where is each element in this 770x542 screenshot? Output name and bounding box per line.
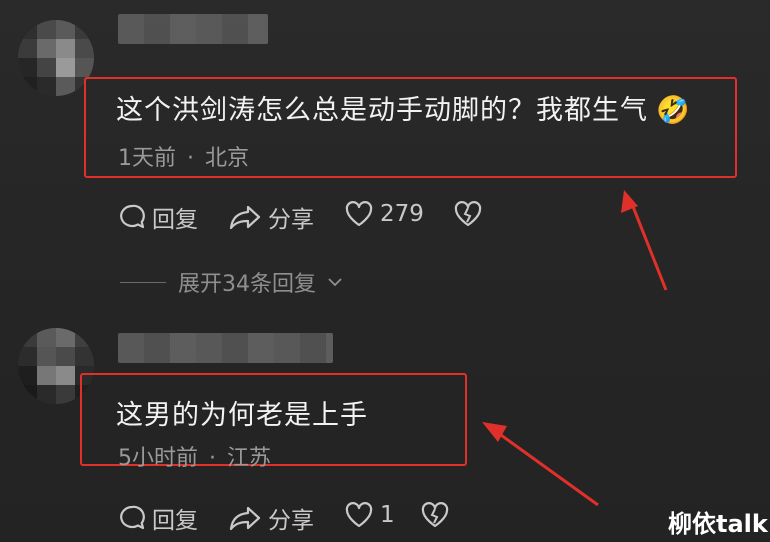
watermark: 柳依talk xyxy=(668,510,768,538)
annotation-arrows xyxy=(482,190,668,507)
arrow-icon xyxy=(482,422,599,507)
arrow-icon xyxy=(621,190,668,291)
